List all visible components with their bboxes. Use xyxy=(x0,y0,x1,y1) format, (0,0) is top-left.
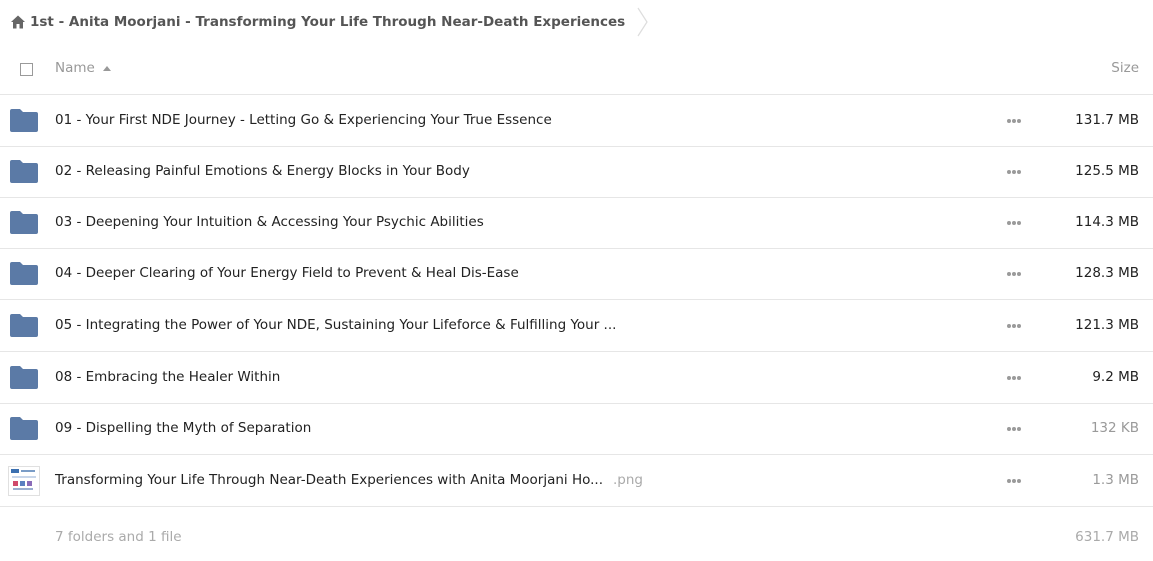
name-column-label: Name xyxy=(55,60,95,76)
more-dots-icon[interactable] xyxy=(1006,271,1022,277)
row-size: 132 KB xyxy=(1090,420,1139,436)
row-name-link[interactable]: 03 - Deepening Your Intuition & Accessin… xyxy=(55,197,484,248)
table-row[interactable]: 04 - Deeper Clearing of Your Energy Fiel… xyxy=(0,248,1153,300)
more-dots-icon[interactable] xyxy=(1006,478,1022,484)
more-dots-icon[interactable] xyxy=(1006,426,1022,432)
table-row[interactable]: 02 - Releasing Painful Emotions & Energy… xyxy=(0,146,1153,198)
table-row[interactable]: 08 - Embracing the Healer Within 9.2 MB xyxy=(0,352,1153,404)
breadcrumb: 1st - Anita Moorjani - Transforming Your… xyxy=(10,0,649,44)
row-name-link[interactable]: 02 - Releasing Painful Emotions & Energy… xyxy=(55,146,470,197)
table-row[interactable]: 09 - Dispelling the Myth of Separation 1… xyxy=(0,403,1153,455)
row-size: 125.5 MB xyxy=(1075,163,1139,179)
row-size: 1.3 MB xyxy=(1092,472,1139,488)
table-row[interactable]: 03 - Deepening Your Intuition & Accessin… xyxy=(0,197,1153,249)
sort-ascending-icon xyxy=(102,65,111,71)
folder-summary: 7 folders and 1 file xyxy=(55,529,182,545)
file-extension: .png xyxy=(613,472,644,488)
row-name-link[interactable]: 08 - Embracing the Healer Within xyxy=(55,352,280,403)
folder-icon xyxy=(10,417,38,440)
folder-icon xyxy=(10,262,38,285)
row-size: 9.2 MB xyxy=(1092,369,1139,385)
more-dots-icon[interactable] xyxy=(1006,375,1022,381)
size-column-header[interactable]: Size xyxy=(1111,60,1139,76)
row-name-link[interactable]: 09 - Dispelling the Myth of Separation xyxy=(55,403,311,454)
row-size: 131.7 MB xyxy=(1075,112,1139,128)
folder-icon xyxy=(10,314,38,337)
more-dots-icon[interactable] xyxy=(1006,323,1022,329)
more-dots-icon[interactable] xyxy=(1006,220,1022,226)
home-icon[interactable] xyxy=(10,14,26,30)
total-size: 631.7 MB xyxy=(1075,529,1139,545)
row-name-link[interactable]: 04 - Deeper Clearing of Your Energy Fiel… xyxy=(55,248,519,299)
breadcrumb-current-folder[interactable]: 1st - Anita Moorjani - Transforming Your… xyxy=(30,14,625,30)
image-thumbnail-icon xyxy=(8,466,40,496)
folder-icon xyxy=(10,109,38,132)
table-row[interactable]: 05 - Integrating the Power of Your NDE, … xyxy=(0,300,1153,352)
row-name-link[interactable]: 05 - Integrating the Power of Your NDE, … xyxy=(55,300,616,351)
folder-icon xyxy=(10,211,38,234)
table-row[interactable]: 01 - Your First NDE Journey - Letting Go… xyxy=(0,95,1153,147)
folder-icon xyxy=(10,366,38,389)
file-base-name: Transforming Your Life Through Near-Deat… xyxy=(55,472,604,488)
table-row[interactable]: Transforming Your Life Through Near-Deat… xyxy=(0,455,1153,507)
more-dots-icon[interactable] xyxy=(1006,118,1022,124)
row-size: 128.3 MB xyxy=(1075,265,1139,281)
select-all-checkbox[interactable] xyxy=(20,63,33,76)
row-name-link[interactable]: Transforming Your Life Through Near-Deat… xyxy=(55,455,643,506)
breadcrumb-chevron-icon xyxy=(637,7,648,37)
more-dots-icon[interactable] xyxy=(1006,169,1022,175)
row-name-link[interactable]: 01 - Your First NDE Journey - Letting Go… xyxy=(55,95,552,146)
name-column-header[interactable]: Name xyxy=(55,60,111,76)
file-list-header: Name Size xyxy=(0,44,1153,95)
row-size: 114.3 MB xyxy=(1075,214,1139,230)
folder-icon xyxy=(10,160,38,183)
row-size: 121.3 MB xyxy=(1075,317,1139,333)
